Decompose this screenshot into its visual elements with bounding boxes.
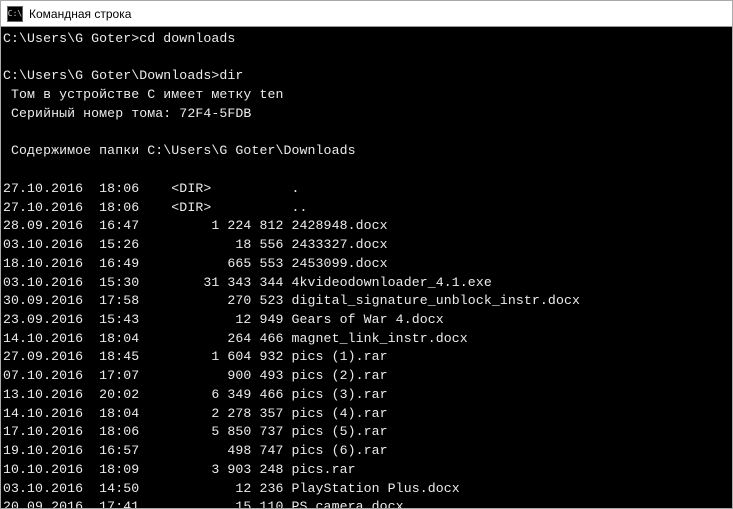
console-output[interactable]: C:\Users\G Goter>cd downloads C:\Users\G… bbox=[1, 27, 732, 508]
command-prompt-window: C:\ Командная строка C:\Users\G Goter>cd… bbox=[0, 0, 733, 509]
titlebar[interactable]: C:\ Командная строка bbox=[1, 1, 732, 27]
cmd-icon: C:\ bbox=[7, 6, 23, 22]
window-title: Командная строка bbox=[29, 7, 131, 21]
